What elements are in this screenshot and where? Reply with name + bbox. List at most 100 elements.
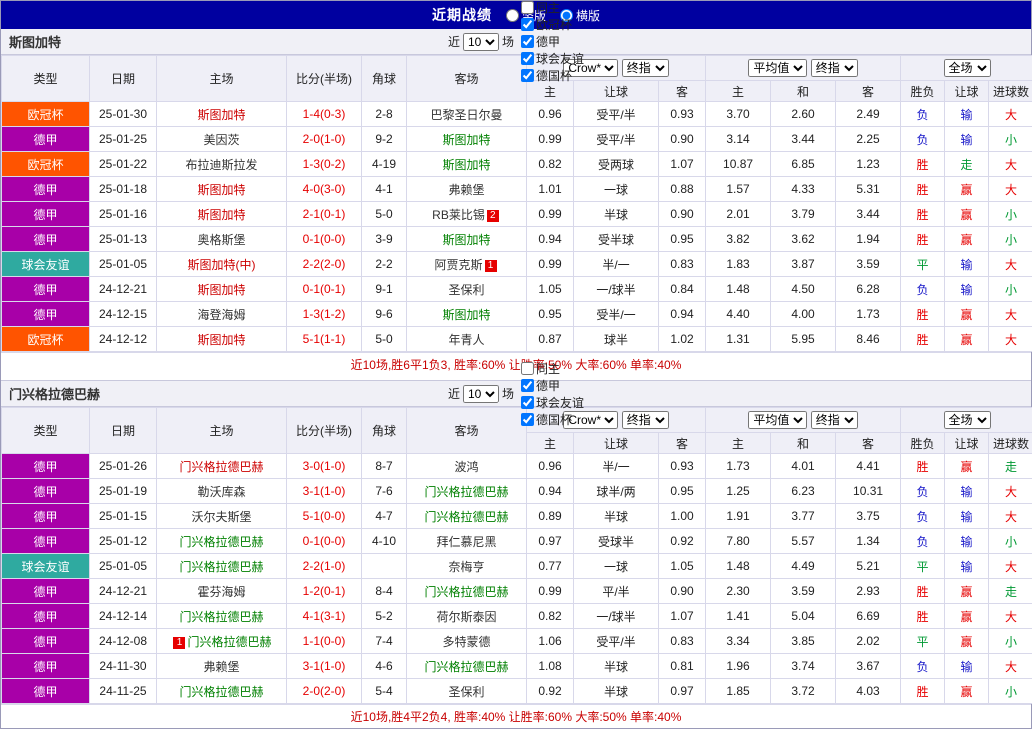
away-team[interactable]: 多特蒙德 — [442, 635, 490, 649]
average-select[interactable]: 平均值 — [748, 59, 808, 77]
away-team[interactable]: 荷尔斯泰因 — [436, 610, 496, 624]
filter-bar: 近 10 场 同主 欧冠杯 德甲 球会友谊 德国杯 — [448, 0, 584, 84]
final-odds-select[interactable]: 终指 — [810, 411, 858, 429]
away-team[interactable]: 巴黎圣日尔曼 — [430, 108, 502, 122]
away-team[interactable]: 门兴格拉德巴赫 — [424, 485, 508, 499]
home-team[interactable]: 门兴格拉德巴赫 — [179, 610, 263, 624]
filter-checkbox[interactable] — [521, 395, 535, 409]
away-team[interactable]: 波鸿 — [454, 460, 478, 474]
home-team[interactable]: 斯图加特 — [197, 183, 245, 197]
filter-label: 德国杯 — [536, 69, 573, 83]
away-team[interactable]: 圣保利 — [448, 685, 484, 699]
score[interactable]: 2-2(2-0) — [286, 251, 362, 277]
match-date: 25-01-25 — [89, 126, 157, 152]
away-team-cell: 斯图加特 — [406, 126, 527, 152]
away-team[interactable]: 年青人 — [448, 333, 484, 347]
filter-checkbox[interactable] — [521, 52, 535, 65]
home-team[interactable]: 门兴格拉德巴赫 — [179, 460, 263, 474]
score[interactable]: 4-1(3-1) — [286, 603, 362, 629]
filter-option[interactable]: 同主 — [517, 360, 584, 377]
away-team[interactable]: 奈梅亨 — [448, 560, 484, 574]
filter-checkbox[interactable] — [521, 69, 535, 82]
score[interactable]: 1-4(0-3) — [286, 101, 362, 127]
score[interactable]: 2-2(1-0) — [286, 553, 362, 579]
away-team[interactable]: 斯图加特 — [442, 158, 490, 172]
avg-away-odds: 3.67 — [835, 653, 902, 679]
away-team[interactable]: 拜仁慕尼黑 — [436, 535, 496, 549]
away-team[interactable]: 弗赖堡 — [448, 183, 484, 197]
filter-checkbox[interactable] — [521, 412, 535, 426]
score[interactable]: 3-0(1-0) — [286, 453, 362, 479]
score[interactable]: 3-1(1-0) — [286, 653, 362, 679]
home-team[interactable]: 门兴格拉德巴赫 — [187, 635, 271, 649]
recent-count-select[interactable]: 10 — [462, 32, 499, 51]
score[interactable]: 5-1(1-1) — [286, 326, 362, 352]
filter-option[interactable]: 球会友谊 — [517, 50, 584, 67]
filter-checkbox[interactable] — [521, 35, 535, 48]
final-odds-select[interactable]: 终指 — [621, 59, 669, 77]
final-odds-select[interactable]: 终指 — [810, 59, 858, 77]
full-match-select[interactable]: 全场 — [943, 411, 991, 429]
away-team[interactable]: 斯图加特 — [442, 233, 490, 247]
home-team[interactable]: 弗赖堡 — [203, 660, 239, 674]
home-team[interactable]: 斯图加特 — [197, 108, 245, 122]
home-team[interactable]: 奥格斯堡 — [197, 233, 245, 247]
away-team[interactable]: RB莱比锡 — [432, 208, 485, 222]
corners: 9-2 — [361, 126, 407, 152]
filter-option[interactable]: 德甲 — [517, 377, 584, 394]
home-team[interactable]: 门兴格拉德巴赫 — [179, 560, 263, 574]
score[interactable]: 5-1(0-0) — [286, 503, 362, 529]
filter-option[interactable]: 欧冠杯 — [517, 16, 584, 33]
home-team[interactable]: 沃尔夫斯堡 — [191, 510, 251, 524]
competition-type: 德甲 — [1, 176, 90, 202]
away-team[interactable]: 门兴格拉德巴赫 — [424, 510, 508, 524]
recent-count-select[interactable]: 10 — [462, 384, 499, 403]
score[interactable]: 2-1(0-1) — [286, 201, 362, 227]
home-team[interactable]: 美因茨 — [203, 133, 239, 147]
result-wdl: 平 — [900, 628, 946, 654]
score[interactable]: 3-1(1-0) — [286, 478, 362, 504]
filter-checkbox[interactable] — [521, 378, 535, 392]
score[interactable]: 1-1(0-0) — [286, 628, 362, 654]
filter-option[interactable]: 德国杯 — [517, 67, 584, 84]
filter-option[interactable]: 同主 — [517, 0, 584, 16]
away-team[interactable]: 斯图加特 — [442, 133, 490, 147]
score[interactable]: 0-1(0-0) — [286, 528, 362, 554]
score[interactable]: 1-2(0-1) — [286, 578, 362, 604]
away-team[interactable]: 门兴格拉德巴赫 — [424, 660, 508, 674]
sub-handicap: 让球 — [573, 432, 659, 454]
competition-type: 德甲 — [1, 603, 90, 629]
away-team[interactable]: 圣保利 — [448, 283, 484, 297]
home-team-cell: 门兴格拉德巴赫 — [156, 528, 287, 554]
away-team[interactable]: 门兴格拉德巴赫 — [424, 585, 508, 599]
home-team[interactable]: 斯图加特 — [197, 208, 245, 222]
home-team[interactable]: 布拉迪斯拉发 — [185, 158, 257, 172]
filter-option[interactable]: 德甲 — [517, 33, 584, 50]
score[interactable]: 0-1(0-0) — [286, 226, 362, 252]
full-match-select[interactable]: 全场 — [943, 59, 991, 77]
score[interactable]: 0-1(0-1) — [286, 276, 362, 302]
filter-checkbox[interactable] — [521, 18, 535, 31]
filter-option[interactable]: 德国杯 — [517, 411, 584, 428]
filter-checkbox[interactable] — [521, 1, 535, 14]
score[interactable]: 2-0(1-0) — [286, 126, 362, 152]
home-team[interactable]: 海登海姆 — [197, 308, 245, 322]
filter-checkbox[interactable] — [521, 361, 535, 375]
score[interactable]: 2-0(2-0) — [286, 678, 362, 704]
score[interactable]: 1-3(0-2) — [286, 151, 362, 177]
away-team[interactable]: 阿贾克斯 — [434, 258, 482, 272]
final-odds-select[interactable]: 终指 — [621, 411, 669, 429]
score[interactable]: 4-0(3-0) — [286, 176, 362, 202]
filter-option[interactable]: 球会友谊 — [517, 394, 584, 411]
average-select[interactable]: 平均值 — [748, 411, 808, 429]
home-team[interactable]: 斯图加特(中) — [188, 258, 256, 272]
home-team[interactable]: 霍芬海姆 — [197, 585, 245, 599]
away-team[interactable]: 斯图加特 — [442, 308, 490, 322]
home-team[interactable]: 斯图加特 — [197, 283, 245, 297]
home-team[interactable]: 勒沃库森 — [197, 485, 245, 499]
corners: 5-4 — [361, 678, 407, 704]
home-team[interactable]: 门兴格拉德巴赫 — [179, 685, 263, 699]
home-team[interactable]: 斯图加特 — [197, 333, 245, 347]
score[interactable]: 1-3(1-2) — [286, 301, 362, 327]
home-team[interactable]: 门兴格拉德巴赫 — [179, 535, 263, 549]
